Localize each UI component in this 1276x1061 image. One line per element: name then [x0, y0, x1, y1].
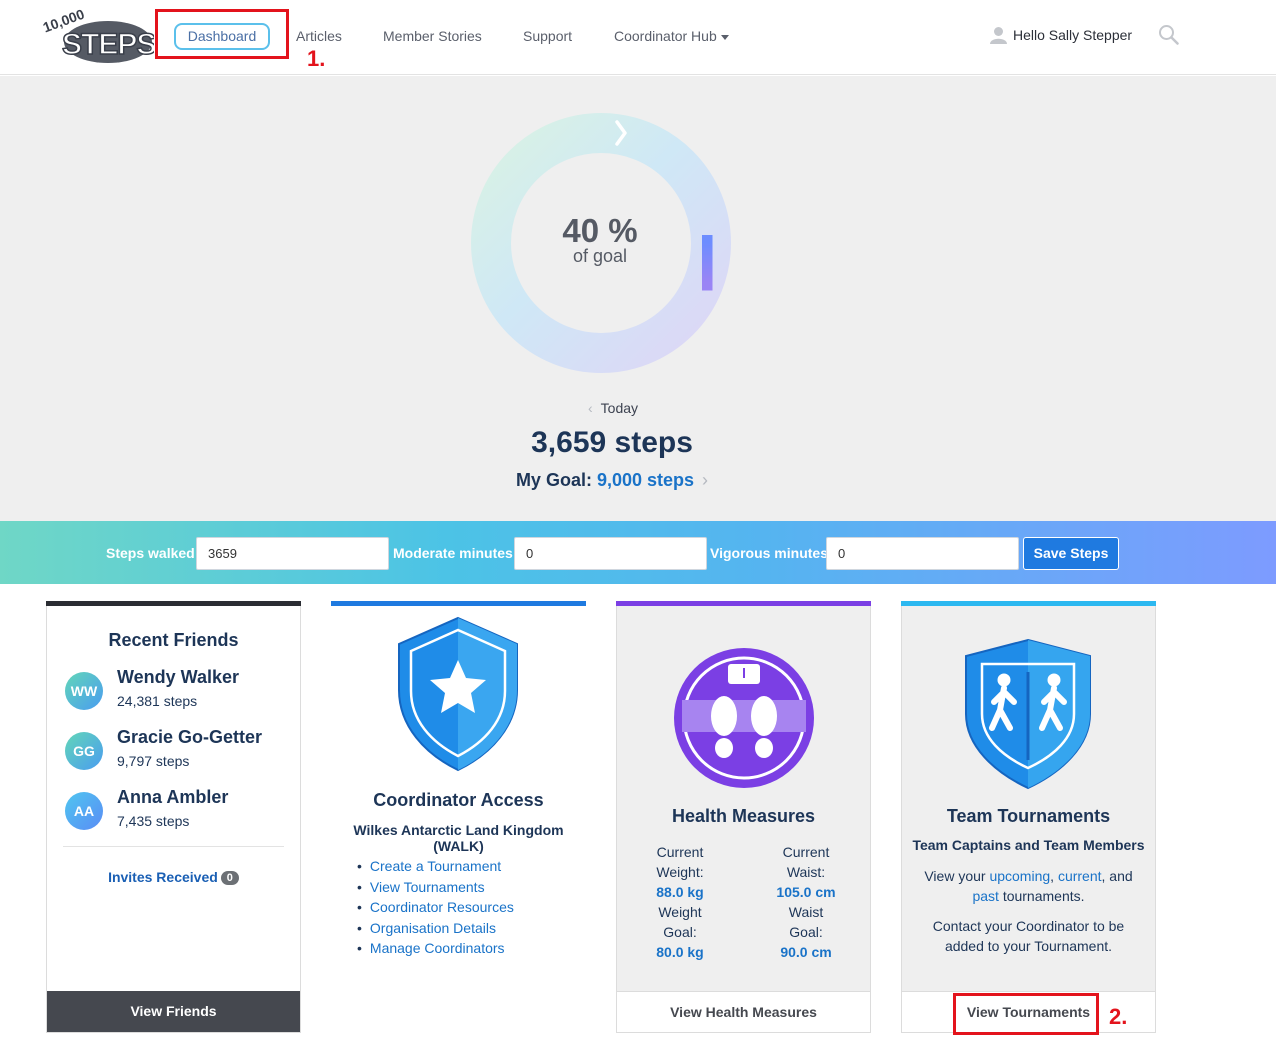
view-friends-button[interactable]: View Friends [47, 991, 300, 1032]
avatar: WW [65, 672, 103, 710]
friend-steps: 9,797 steps [117, 753, 190, 769]
friend-steps: 7,435 steps [117, 813, 190, 829]
upcoming-link[interactable]: upcoming [989, 868, 1050, 884]
friend-name[interactable]: Anna Ambler [117, 787, 228, 808]
user-greeting: Hello Sally Stepper [1013, 27, 1133, 43]
coordinator-resources-link[interactable]: Coordinator Resources [357, 899, 514, 920]
nav-coordinator-hub-label: Coordinator Hub [614, 28, 717, 44]
avatar: AA [65, 792, 103, 830]
view-your-text: View your [924, 868, 986, 884]
goal-waist-value: 90.0 cm [780, 944, 832, 960]
goal-percent-label: of goal [572, 246, 628, 266]
invites-label: Invites Received [108, 869, 218, 885]
current-weight-value: 88.0 kg [656, 884, 704, 900]
nav-member-stories[interactable]: Member Stories [383, 28, 482, 44]
waist-current-label-2: Waist: [786, 864, 826, 880]
friend-item[interactable]: AA Anna Ambler 7,435 steps [65, 787, 285, 834]
team-walkers-shield-icon [965, 638, 1091, 790]
current-waist-value: 105.0 cm [776, 884, 836, 900]
divider [63, 846, 284, 847]
friend-item[interactable]: GG Gracie Go-Getter 9,797 steps [65, 727, 285, 774]
vigorous-minutes-label: Vigorous minutes [710, 545, 828, 561]
team-tournaments-card: Team Tournaments Team Captains and Team … [901, 601, 1156, 1033]
chevron-right-icon[interactable]: › [702, 470, 708, 490]
waist-measures: Current Waist: 105.0 cm Waist Goal: 90.0… [746, 842, 866, 962]
invites-count-badge: 0 [220, 871, 239, 885]
moderate-minutes-input[interactable]: 0 [514, 537, 707, 570]
health-measures-card: Health Measures Current Weight: 88.0 kg … [616, 601, 871, 1033]
weight-current-label-1: Current [656, 844, 704, 860]
manage-coordinators-link[interactable]: Manage Coordinators [357, 940, 514, 961]
day-label: Today [600, 400, 639, 416]
moderate-minutes-label: Moderate minutes [393, 545, 513, 561]
past-link[interactable]: past [972, 888, 998, 904]
search-icon[interactable] [1158, 24, 1179, 45]
vigorous-minutes-input[interactable]: 0 [826, 537, 1019, 570]
tournaments-subtitle: Team Captains and Team Members [912, 837, 1145, 853]
card-title: Recent Friends [108, 630, 239, 650]
card-title: Team Tournaments [946, 806, 1111, 826]
weight-measures: Current Weight: 88.0 kg Weight Goal: 80.… [620, 842, 740, 962]
weight-current-label-2: Weight: [656, 864, 704, 880]
organisation-details-link[interactable]: Organisation Details [357, 920, 514, 941]
user-icon [990, 27, 1007, 44]
weight-goal-label-2: Goal: [663, 924, 697, 940]
goal-value-link[interactable]: 9,000 steps [597, 470, 694, 490]
current-link[interactable]: current [1058, 868, 1102, 884]
view-health-measures-button[interactable]: View Health Measures [617, 991, 870, 1032]
organisation-name: Wilkes Antarctic Land Kingdom (WALK) [353, 822, 564, 854]
waist-goal-label-1: Waist [788, 904, 824, 920]
goal-weight-value: 80.0 kg [656, 944, 704, 960]
contact-line-1: Contact your Coordinator to be [932, 918, 1125, 934]
10000-steps-logo[interactable]: 10,000 STEPS [41, 6, 157, 66]
friend-name[interactable]: Wendy Walker [117, 667, 239, 688]
user-menu[interactable]: Hello Sally Stepper [990, 26, 1132, 44]
tournaments-suffix: tournaments. [1002, 888, 1085, 904]
scale-footprints-icon [674, 648, 814, 788]
annotation-label-2: 2. [1109, 1004, 1128, 1029]
card-title: Coordinator Access [373, 790, 544, 810]
daily-progress-hero: 40 % of goal ‹ Today 3,659 steps My Goal:… [0, 76, 1276, 521]
my-goal: My Goal: 9,000 steps › [0, 470, 1224, 491]
goal-percent: 40 % [562, 212, 638, 249]
and-text: , and [1101, 868, 1133, 884]
friend-steps: 24,381 steps [117, 693, 198, 709]
nav-articles[interactable]: Articles [296, 28, 342, 44]
create-tournament-link[interactable]: Create a Tournament [357, 858, 514, 879]
chevron-left-icon[interactable]: ‹ [588, 400, 593, 416]
coordinator-access-card: Coordinator Access Wilkes Antarctic Land… [331, 601, 586, 1033]
annotation-box-1 [155, 9, 289, 59]
waist-goal-label-2: Goal: [789, 924, 823, 940]
waist-current-label-1: Current [782, 844, 830, 860]
contact-line-2: added to your Tournament. [944, 938, 1113, 954]
tournaments-description: View your upcoming, current, and past to… [924, 868, 1133, 904]
invites-received-link[interactable]: Invites Received 0 [47, 869, 300, 885]
friend-name[interactable]: Gracie Go-Getter [117, 727, 262, 748]
nav-support[interactable]: Support [523, 28, 572, 44]
steps-walked-input[interactable]: 3659 [196, 537, 389, 570]
log-steps-bar: Steps walked 3659 Moderate minutes 0 Vig… [0, 521, 1276, 584]
coordinator-links: Create a Tournament View Tournaments Coo… [357, 858, 514, 961]
weight-goal-label-1: Weight [658, 904, 702, 920]
day-selector: ‹ Today [0, 400, 1226, 416]
annotation-label-1: 1. [307, 46, 326, 71]
steps-today: 3,659 steps [531, 426, 693, 459]
avatar: GG [65, 732, 103, 770]
contact-coordinator-text: Contact your Coordinator to be added to … [902, 916, 1155, 956]
annotation-box-2 [953, 993, 1099, 1035]
coordinator-shield-icon [398, 616, 518, 772]
svg-text:STEPS: STEPS [62, 28, 154, 61]
goal-label: My Goal: [515, 470, 592, 490]
friend-item[interactable]: WW Wendy Walker 24,381 steps [65, 667, 285, 714]
recent-friends-card: Recent Friends WW Wendy Walker 24,381 st… [46, 601, 301, 1033]
steps-walked-label: Steps walked [106, 545, 195, 561]
nav-coordinator-hub[interactable]: Coordinator Hub [614, 28, 729, 44]
save-steps-button[interactable]: Save Steps [1023, 537, 1119, 570]
card-title: Health Measures [671, 806, 816, 826]
view-tournaments-link[interactable]: View Tournaments [357, 879, 514, 900]
caret-down-icon [720, 34, 729, 40]
